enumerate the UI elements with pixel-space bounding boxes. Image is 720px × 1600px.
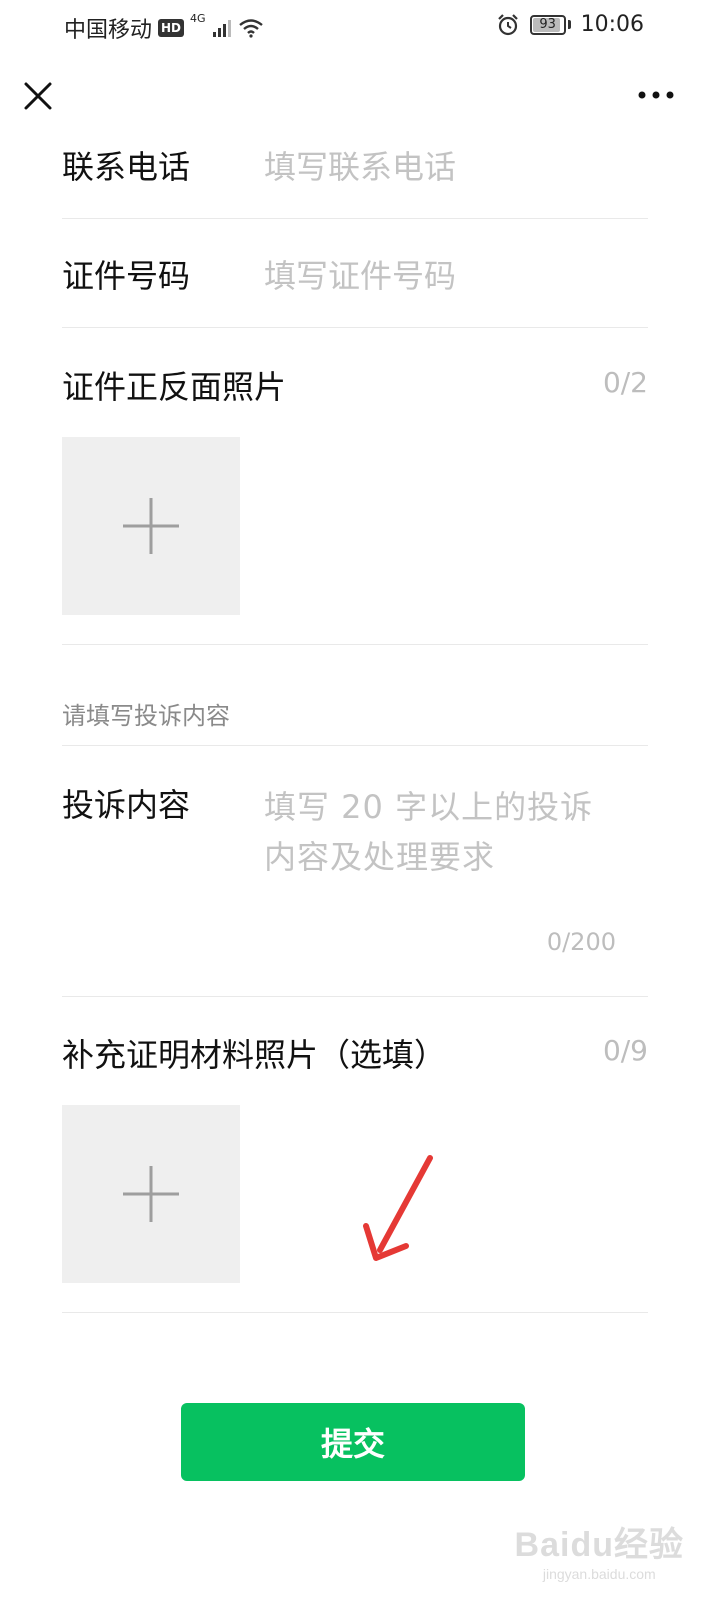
wifi-icon	[238, 19, 263, 38]
id-number-label: 证件号码	[62, 257, 191, 295]
complaint-form-screen: 中国移动 HD 4G 93 10:06 联系电话 填写联系电话 证件号码 填写证…	[0, 0, 720, 1600]
plus-icon	[123, 498, 179, 554]
complaint-textarea[interactable]: 填写 20 字以上的投诉内容及处理要求	[264, 782, 608, 882]
annotation-arrow-icon	[363, 1155, 433, 1261]
baidu-watermark: Baidu经验 jingyan.baidu.com	[515, 1517, 684, 1582]
alarm-icon	[497, 13, 518, 35]
phone-label: 联系电话	[62, 148, 191, 186]
complaint-section-title: 请填写投诉内容	[62, 702, 230, 730]
submit-button[interactable]: 提交	[181, 1403, 525, 1481]
status-bar: 中国移动 HD 4G 93 10:06	[0, 0, 720, 52]
hd-badge: HD	[158, 19, 185, 37]
close-icon[interactable]	[20, 78, 56, 114]
id-number-row: 证件号码 填写证件号码	[62, 219, 648, 328]
watermark-sub: jingyan.baidu.com	[542, 1566, 656, 1582]
watermark-main: Baidu经验	[514, 1526, 684, 1564]
phone-input[interactable]: 填写联系电话	[264, 142, 456, 188]
complaint-counter: 0/200	[546, 928, 616, 956]
status-time: 10:06	[580, 12, 644, 37]
id-number-input[interactable]: 填写证件号码	[264, 251, 456, 297]
evidence-photos-counter: 0/9	[602, 1034, 648, 1067]
id-photos-label: 证件正反面照片	[62, 368, 287, 406]
plus-icon	[123, 1166, 179, 1222]
complaint-row: 投诉内容 填写 20 字以上的投诉内容及处理要求 0/200	[62, 745, 648, 997]
battery-indicator: 93	[529, 14, 566, 35]
phone-row: 联系电话 填写联系电话	[62, 130, 648, 219]
status-right: 93 10:06	[496, 12, 644, 37]
battery-tip	[567, 20, 571, 29]
carrier-name: 中国移动	[64, 18, 153, 43]
battery-percent: 93	[539, 16, 556, 32]
signal-icon	[212, 20, 231, 37]
status-left: 中国移动 HD 4G	[64, 12, 264, 44]
more-options-icon[interactable]	[636, 80, 676, 110]
network-type: 4G	[190, 12, 206, 25]
evidence-photos-label: 补充证明材料照片（选填）	[62, 1036, 447, 1074]
complaint-label: 投诉内容	[62, 786, 191, 824]
id-photos-counter: 0/2	[602, 366, 648, 399]
id-photos-row: 证件正反面照片 0/2	[62, 328, 648, 645]
id-photo-upload-button[interactable]	[62, 437, 240, 615]
evidence-photo-upload-button[interactable]	[62, 1105, 240, 1283]
